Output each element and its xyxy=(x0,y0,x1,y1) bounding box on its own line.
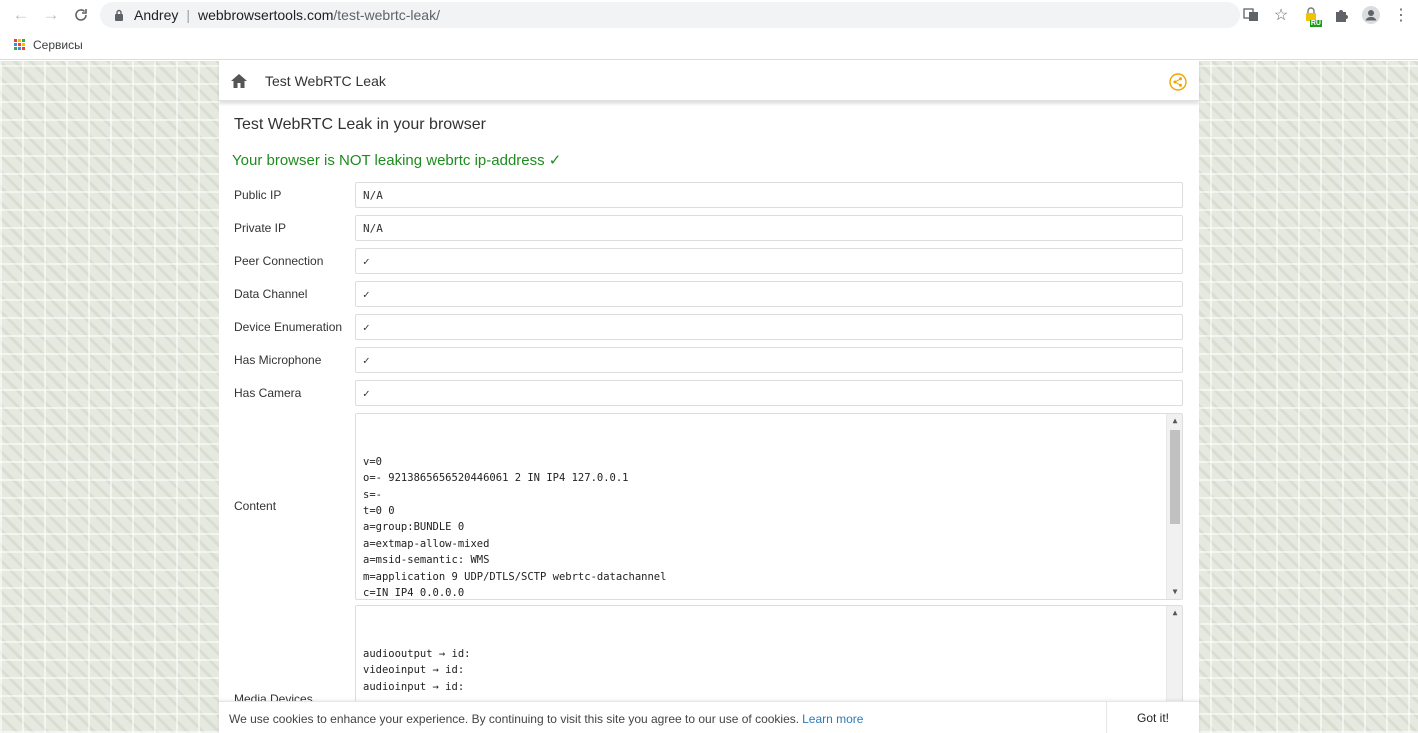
share-icon[interactable] xyxy=(1169,73,1187,91)
scroll-down-icon[interactable]: ▼ xyxy=(1167,585,1182,599)
row-label: Private IP xyxy=(234,221,287,235)
extension-badge-text: RU xyxy=(1309,20,1322,27)
address-bar[interactable]: Andrey | webbrowsertools.com/test-webrtc… xyxy=(100,2,1240,28)
row-public-ip: Public IP N/A xyxy=(219,182,1199,210)
scroll-up-icon[interactable]: ▲ xyxy=(1167,414,1182,428)
row-device-enumeration: Device Enumeration ✓ xyxy=(219,314,1199,342)
reload-icon[interactable] xyxy=(66,0,96,30)
has-camera-value: ✓ xyxy=(355,380,1183,406)
extensions-puzzle-icon[interactable] xyxy=(1326,0,1356,30)
bookmark-services[interactable]: Сервисы xyxy=(33,38,83,52)
row-private-ip: Private IP N/A xyxy=(219,215,1199,243)
media-line: videoinput → id: xyxy=(363,664,465,677)
home-icon[interactable] xyxy=(219,61,259,101)
profile-avatar-icon[interactable] xyxy=(1356,0,1386,30)
page-title: Test WebRTC Leak in your browser xyxy=(234,116,486,133)
content-textarea[interactable]: v=0 o=- 9213865656520446061 2 IN IP4 127.… xyxy=(355,413,1183,600)
bookmark-star-icon[interactable]: ☆ xyxy=(1266,0,1296,30)
main-container: Test WebRTC Leak Test WebRTC Leak in you… xyxy=(219,61,1199,733)
forward-arrow-icon[interactable]: → xyxy=(36,0,66,30)
row-label: Device Enumeration xyxy=(234,320,343,334)
content-line: c=IN IP4 0.0.0.0 xyxy=(363,587,465,600)
content-scrollbar[interactable]: ▲ ▼ xyxy=(1166,414,1182,599)
row-data-channel: Data Channel ✓ xyxy=(219,281,1199,309)
url-host: webbrowsertools.com xyxy=(198,7,334,23)
site-header: Test WebRTC Leak xyxy=(219,61,1199,101)
url-path: /test-webrtc-leak/ xyxy=(333,7,440,23)
cookie-message: We use cookies to enhance your experienc… xyxy=(229,712,863,726)
media-line: audiooutput → id: xyxy=(363,647,471,660)
media-lines: audiooutput → id: videoinput → id: audioin… xyxy=(363,646,1175,695)
row-label: Peer Connection xyxy=(234,254,324,268)
menu-kebab-icon[interactable]: ⋮ xyxy=(1386,0,1416,30)
back-arrow-icon[interactable]: ← xyxy=(6,0,36,30)
extension-badge-icon[interactable]: RU xyxy=(1296,0,1326,30)
profile-name: Andrey xyxy=(134,7,179,23)
media-line: audioinput → id: xyxy=(363,680,465,693)
content-label: Content xyxy=(234,499,277,513)
scroll-up-icon[interactable]: ▲ xyxy=(1167,606,1182,620)
lock-icon xyxy=(112,8,126,22)
leak-status: Your browser is NOT leaking webrtc ip-ad… xyxy=(232,152,562,169)
private-ip-value: N/A xyxy=(355,215,1183,241)
content-line: a=extmap-allow-mixed xyxy=(363,537,490,550)
scroll-thumb[interactable] xyxy=(1170,430,1180,524)
peer-connection-value: ✓ xyxy=(355,248,1183,274)
translate-icon[interactable] xyxy=(1236,0,1266,30)
bookmarks-bar: Сервисы xyxy=(0,30,1418,60)
cookie-banner: We use cookies to enhance your experienc… xyxy=(219,701,1199,733)
content-line: a=msid-semantic: WMS xyxy=(363,554,490,567)
content-line: v=0 xyxy=(363,455,382,468)
content-line: a=group:BUNDLE 0 xyxy=(363,521,465,534)
row-has-microphone: Has Microphone ✓ xyxy=(219,347,1199,375)
toolbar-actions: ☆ RU ⋮ xyxy=(1236,0,1418,30)
row-peer-connection: Peer Connection ✓ xyxy=(219,248,1199,276)
got-it-button[interactable]: Got it! xyxy=(1107,702,1199,733)
content-line: m=application 9 UDP/DTLS/SCTP webrtc-dat… xyxy=(363,570,667,583)
row-label: Data Channel xyxy=(234,287,308,301)
has-microphone-value: ✓ xyxy=(355,347,1183,373)
learn-more-link[interactable]: Learn more xyxy=(802,712,863,726)
apps-grid-icon[interactable] xyxy=(14,39,25,50)
device-enumeration-value: ✓ xyxy=(355,314,1183,340)
data-channel-value: ✓ xyxy=(355,281,1183,307)
omnibox-separator: | xyxy=(186,7,190,23)
content-line: s=- xyxy=(363,488,382,501)
public-ip-value: N/A xyxy=(355,182,1183,208)
content-line: t=0 0 xyxy=(363,505,395,518)
row-label: Has Microphone xyxy=(234,353,322,367)
header-title: Test WebRTC Leak xyxy=(265,72,386,89)
row-label: Has Camera xyxy=(234,386,302,400)
row-label: Public IP xyxy=(234,188,282,202)
row-has-camera: Has Camera ✓ xyxy=(219,380,1199,408)
content-line: o=- 9213865656520446061 2 IN IP4 127.0.0… xyxy=(363,472,629,485)
cookie-text: We use cookies to enhance your experienc… xyxy=(229,712,800,726)
browser-toolbar: ← → Andrey | webbrowsertools.com/test-we… xyxy=(0,0,1418,30)
sdp-lines: v=0 o=- 9213865656520446061 2 IN IP4 127.… xyxy=(363,454,1175,600)
